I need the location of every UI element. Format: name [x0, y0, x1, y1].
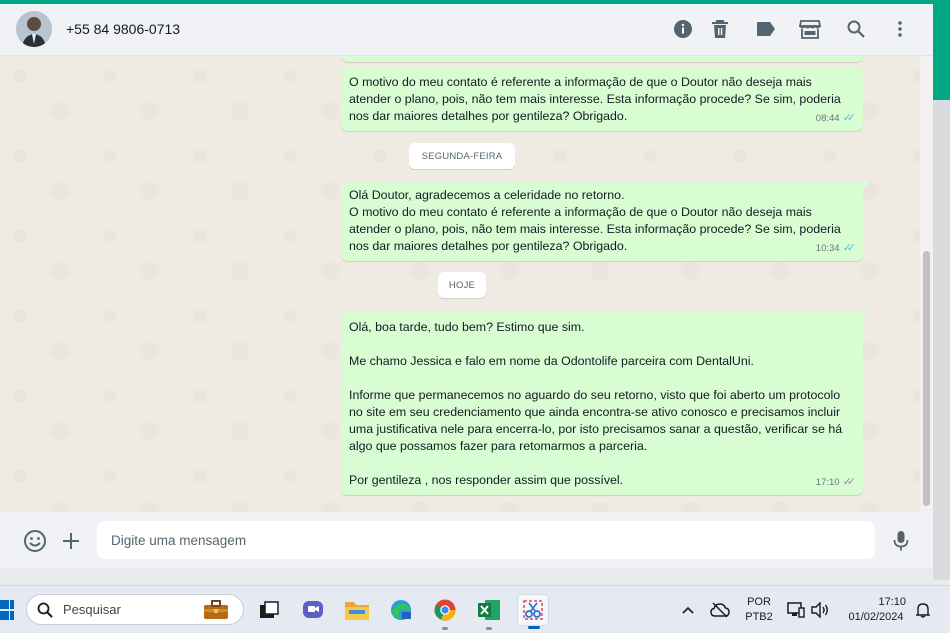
message-bubble-partial — [341, 56, 863, 62]
excel-icon[interactable] — [473, 594, 505, 630]
language-code: POR — [747, 596, 771, 608]
delivered-receipt-icon: ✓✓ — [842, 476, 857, 488]
briefcase-icon — [204, 600, 228, 619]
message-time: 08:44 — [815, 113, 840, 124]
taskbar-search[interactable]: Pesquisar — [26, 594, 244, 625]
task-view-icon[interactable] — [253, 594, 285, 626]
message-bubble[interactable]: O motivo do meu contato é referente a in… — [341, 68, 863, 131]
running-indicator — [442, 627, 448, 630]
chrome-browser-icon[interactable] — [429, 594, 461, 630]
side-accent-strip — [933, 4, 950, 100]
read-receipt-icon: ✓✓ — [842, 112, 857, 124]
volume-icon[interactable] — [808, 594, 832, 626]
clock-date: 01/02/2024 — [848, 611, 904, 623]
bubble-tail — [862, 311, 870, 321]
chat-header[interactable]: +55 84 9806-0713 — [0, 4, 933, 56]
search-icon[interactable] — [845, 18, 867, 40]
catalog-store-icon[interactable] — [799, 18, 821, 40]
message-bubble[interactable]: Olá, boa tarde, tudo bem? Estimo que sim… — [341, 311, 870, 495]
message-scrollbar[interactable] — [920, 56, 933, 512]
message-bubble[interactable]: Olá Doutor, agradecemos a celeridade no … — [341, 181, 870, 261]
message-meta: 17:10 ✓✓ — [815, 474, 857, 491]
date-divider: SEGUNDA-FEIRA — [409, 143, 515, 169]
message-text: Olá Doutor, agradecemos a celeridade no … — [349, 188, 841, 253]
running-indicator — [486, 627, 492, 630]
chat-window: +55 84 9806-0713 O motivo do meu contato… — [0, 4, 933, 568]
notifications-bell-icon[interactable] — [912, 594, 934, 626]
search-placeholder: Pesquisar — [63, 602, 121, 617]
teams-chat-icon[interactable] — [297, 594, 329, 626]
label-icon[interactable] — [755, 18, 777, 40]
show-hidden-icons-chevron-icon[interactable] — [678, 594, 698, 626]
side-background — [933, 100, 950, 580]
edge-browser-icon[interactable] — [385, 594, 417, 626]
network-icon[interactable] — [784, 594, 808, 626]
scrollbar-thumb[interactable] — [923, 251, 930, 506]
file-explorer-icon[interactable] — [341, 594, 373, 626]
input-language-indicator[interactable]: POR PTB2 — [743, 595, 775, 625]
message-input[interactable] — [97, 521, 875, 559]
microphone-icon[interactable] — [888, 528, 914, 554]
onedrive-cloud-off-icon[interactable] — [708, 594, 732, 626]
keyboard-layout: PTB2 — [745, 611, 773, 623]
clock-time: 17:10 — [878, 596, 906, 608]
attach-plus-icon[interactable] — [58, 528, 84, 554]
start-windows-icon[interactable] — [0, 598, 14, 622]
message-time: 17:10 — [815, 477, 840, 488]
search-icon — [37, 602, 53, 618]
menu-kebab-icon[interactable] — [889, 18, 911, 40]
message-time: 10:34 — [815, 243, 840, 254]
message-meta: 10:34 ✓✓ — [815, 240, 857, 257]
emoji-icon[interactable] — [22, 528, 48, 554]
bubble-tail — [862, 181, 870, 191]
snipping-tool-icon[interactable] — [517, 594, 549, 629]
active-indicator — [528, 626, 540, 629]
delete-icon[interactable] — [709, 18, 731, 40]
message-text: O motivo do meu contato é referente a in… — [349, 75, 845, 123]
read-receipt-icon: ✓✓ — [842, 242, 857, 254]
date-divider: HOJE — [438, 272, 486, 298]
message-meta: 08:44 ✓✓ — [815, 110, 857, 127]
message-text: Olá, boa tarde, tudo bem? Estimo que sim… — [349, 320, 843, 487]
taskbar-clock[interactable]: 17:10 01/02/2024 — [840, 595, 912, 625]
windows-taskbar: Pesquisar POR PTB2 17:10 01/02/2024 — [0, 585, 950, 633]
info-icon[interactable] — [672, 18, 694, 40]
message-list[interactable]: O motivo do meu contato é referente a in… — [0, 56, 920, 512]
message-composer — [0, 512, 933, 568]
contact-name[interactable]: +55 84 9806-0713 — [66, 21, 180, 37]
contact-avatar[interactable] — [16, 11, 52, 47]
